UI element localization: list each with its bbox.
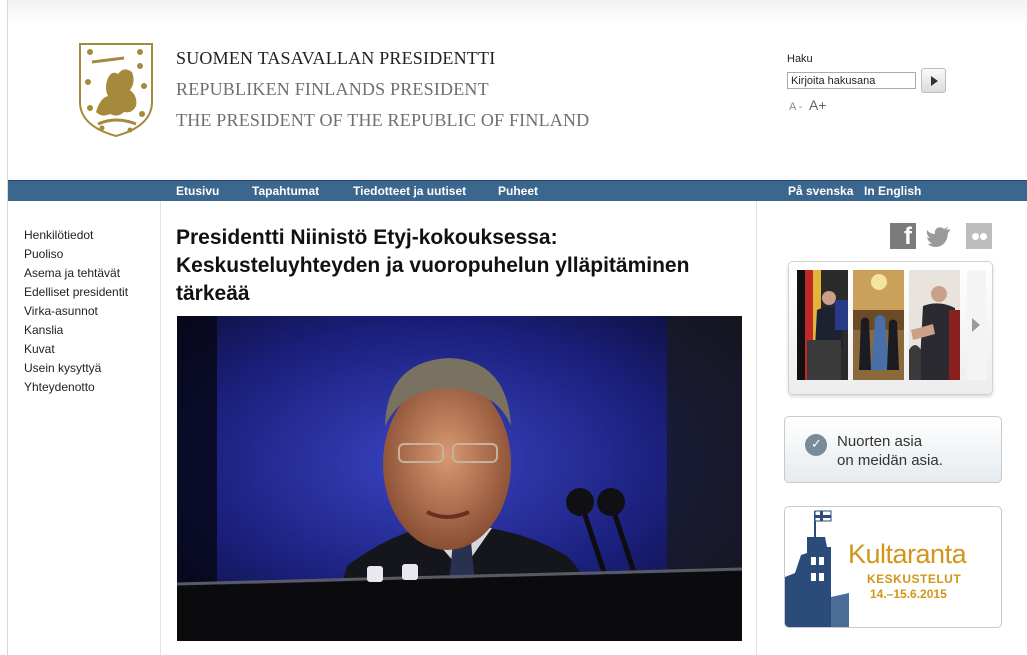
- sidebar-item-usein-kysyttya[interactable]: Usein kysyttyä: [24, 359, 128, 378]
- sidebar-item-edelliset[interactable]: Edelliset presidentit: [24, 283, 128, 302]
- site-titles: SUOMEN TASAVALLAN PRESIDENTTI REPUBLIKEN…: [176, 48, 589, 131]
- kultaranta-banner[interactable]: Kultaranta KESKUSTELUT 14.–15.6.2015: [784, 506, 1002, 628]
- twitter-icon[interactable]: [926, 223, 952, 249]
- check-icon: ✓: [805, 434, 827, 456]
- site-title-swedish[interactable]: REPUBLIKEN FINLANDS PRESIDENT: [176, 79, 589, 100]
- nav-item-tapahtumat[interactable]: Tapahtumat: [252, 184, 319, 198]
- site-title-english[interactable]: THE PRESIDENT OF THE REPUBLIC OF FINLAND: [176, 110, 589, 131]
- font-decrease-button[interactable]: A -: [789, 101, 802, 113]
- main-nav: Etusivu Tapahtumat Tiedotteet ja uutiset…: [8, 180, 1027, 201]
- sidebar-item-henkilotiedot[interactable]: Henkilötiedot: [24, 226, 128, 245]
- column-divider-right: [756, 201, 757, 655]
- page: SUOMEN TASAVALLAN PRESIDENTTI REPUBLIKEN…: [7, 0, 1027, 655]
- flickr-icon[interactable]: [966, 223, 992, 249]
- sidebar-item-kanslia[interactable]: Kanslia: [24, 321, 128, 340]
- search-input[interactable]: [787, 72, 916, 89]
- sidebar-nav: Henkilötiedot Puoliso Asema ja tehtävät …: [24, 226, 128, 397]
- sidebar-item-virka-asunnot[interactable]: Virka-asunnot: [24, 302, 128, 321]
- youth-banner-line1: Nuorten asia: [837, 433, 923, 450]
- kultaranta-title: Kultaranta: [848, 539, 967, 569]
- kultaranta-subtitle: KESKUSTELUT: [867, 572, 962, 586]
- lang-english-link[interactable]: In English: [864, 184, 921, 198]
- kultaranta-dates: 14.–15.6.2015: [870, 587, 947, 601]
- site-header: SUOMEN TASAVALLAN PRESIDENTTI REPUBLIKEN…: [8, 0, 1027, 180]
- kultaranta-tower-icon: [785, 507, 849, 627]
- lang-swedish-link[interactable]: På svenska: [788, 184, 853, 198]
- sidebar-item-yhteydenotto[interactable]: Yhteydenotto: [24, 378, 128, 397]
- article-headline[interactable]: Presidentti Niinistö Etyj-kokouksessa: K…: [176, 224, 746, 308]
- site-title-finnish[interactable]: SUOMEN TASAVALLAN PRESIDENTTI: [176, 48, 589, 69]
- sidebar-item-puoliso[interactable]: Puoliso: [24, 245, 128, 264]
- gallery-thumbnail[interactable]: [853, 270, 904, 380]
- column-divider-left: [160, 201, 161, 655]
- gallery-thumbnail[interactable]: [797, 270, 848, 380]
- sidebar-item-kuvat[interactable]: Kuvat: [24, 340, 128, 359]
- photo-gallery: [788, 261, 993, 395]
- nav-item-puheet[interactable]: Puheet: [498, 184, 538, 198]
- gallery-thumbnail[interactable]: [909, 270, 960, 380]
- chevron-right-icon: [972, 318, 980, 332]
- coat-of-arms-logo[interactable]: [78, 42, 154, 138]
- play-arrow-icon: [931, 76, 938, 86]
- facebook-icon[interactable]: f: [890, 223, 916, 250]
- sidebar-item-asema[interactable]: Asema ja tehtävät: [24, 264, 128, 283]
- nav-item-tiedotteet[interactable]: Tiedotteet ja uutiset: [353, 184, 466, 198]
- search-button[interactable]: [921, 68, 946, 93]
- search-label: Haku: [787, 53, 813, 65]
- youth-banner[interactable]: ✓ Nuorten asia on meidän asia.: [784, 416, 1002, 483]
- font-increase-button[interactable]: A+: [809, 97, 827, 113]
- article-photo[interactable]: [177, 316, 742, 641]
- youth-banner-line2: on meidän asia.: [837, 452, 943, 469]
- nav-item-etusivu[interactable]: Etusivu: [176, 184, 219, 198]
- gallery-next-button[interactable]: [967, 270, 986, 380]
